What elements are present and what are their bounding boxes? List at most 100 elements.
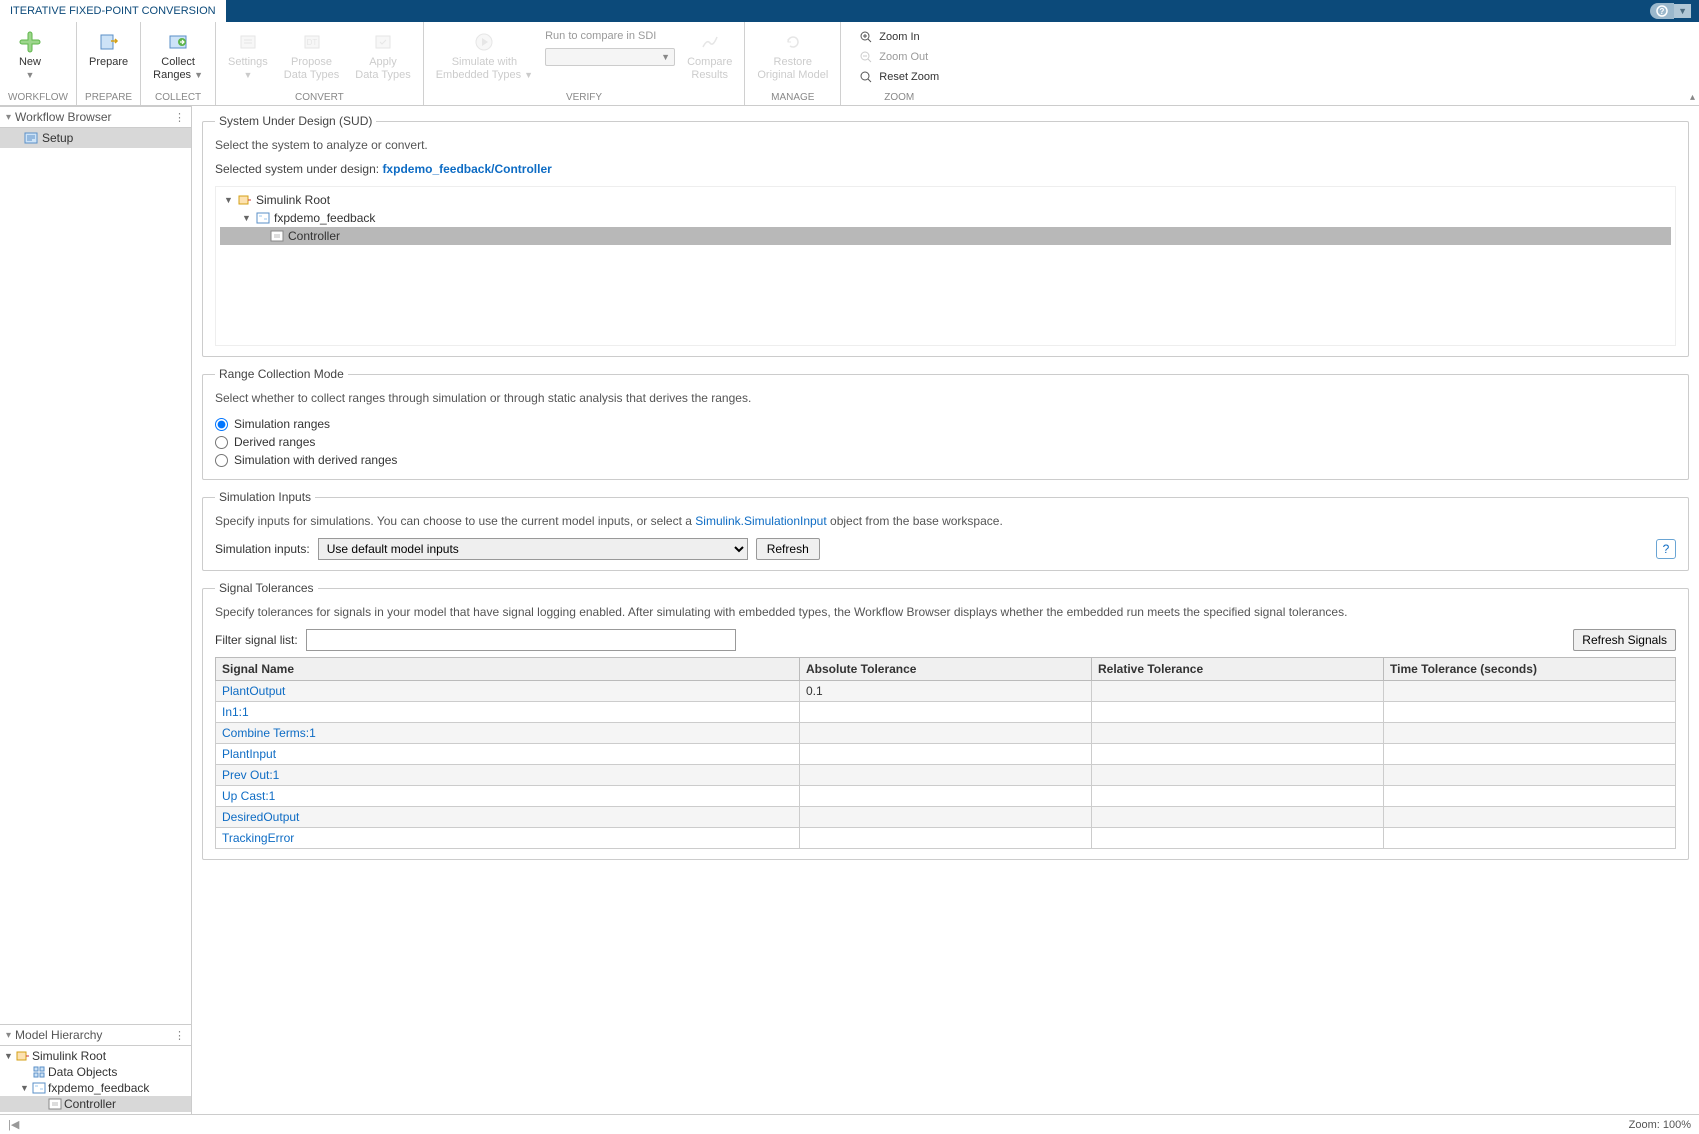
panel-menu-icon[interactable]: ⋮ — [174, 1029, 185, 1042]
time-tol-cell[interactable] — [1384, 702, 1676, 723]
abs-tol-cell[interactable] — [800, 723, 1092, 744]
zoom-in-button[interactable]: Zoom In — [859, 28, 939, 46]
first-page-icon[interactable]: |◀ — [8, 1118, 19, 1131]
time-tol-cell[interactable] — [1384, 786, 1676, 807]
tree-data-objects[interactable]: Data Objects — [0, 1064, 191, 1080]
sud-tree-controller[interactable]: Controller — [220, 227, 1671, 245]
collapse-icon: ▾ — [6, 1030, 11, 1041]
range-radio-3[interactable] — [215, 454, 228, 467]
range-option-derived[interactable]: Derived ranges — [215, 433, 1676, 451]
tree-model[interactable]: ▼ fxpdemo_feedback — [0, 1080, 191, 1096]
time-tol-cell[interactable] — [1384, 765, 1676, 786]
help-info-button[interactable]: ? — [1656, 539, 1676, 559]
zoom-out-button[interactable]: Zoom Out — [859, 48, 939, 66]
panel-menu-icon[interactable]: ⋮ — [174, 111, 185, 124]
time-tol-cell[interactable] — [1384, 828, 1676, 849]
table-row[interactable]: Up Cast:1 — [216, 786, 1676, 807]
refresh-signals-button[interactable]: Refresh Signals — [1573, 629, 1676, 651]
workflow-setup-item[interactable]: Setup — [0, 128, 191, 148]
signal-link[interactable]: Prev Out:1 — [222, 768, 279, 782]
sim-inputs-label: Simulation inputs: — [215, 542, 310, 556]
ribbon-collapse-button[interactable]: ▴ — [1690, 92, 1695, 103]
model-hierarchy-header[interactable]: ▾ Model Hierarchy ⋮ — [0, 1024, 191, 1046]
sud-tree-model[interactable]: ▼ fxpdemo_feedback — [220, 209, 1671, 227]
prepare-button[interactable]: Prepare — [85, 28, 132, 71]
sim-inputs-legend: Simulation Inputs — [215, 490, 315, 504]
tree-root[interactable]: ▼ Simulink Root — [0, 1048, 191, 1064]
filter-signal-input[interactable] — [306, 629, 736, 651]
titlebar-tab[interactable]: ITERATIVE FIXED-POINT CONVERSION — [0, 0, 226, 22]
run-compare-select[interactable]: ▼ — [545, 48, 675, 66]
reset-zoom-button[interactable]: Reset Zoom — [859, 68, 939, 86]
time-tol-cell[interactable] — [1384, 807, 1676, 828]
settings-button: Settings▼ — [224, 28, 272, 84]
range-radio-1[interactable] — [215, 418, 228, 431]
table-row[interactable]: PlantInput — [216, 744, 1676, 765]
ribbon: New▼ WORKFLOW Prepare PREPARE CollectRan… — [0, 22, 1699, 106]
signal-link[interactable]: Up Cast:1 — [222, 789, 275, 803]
col-abs-tol[interactable]: Absolute Tolerance — [800, 658, 1092, 681]
abs-tol-cell[interactable] — [800, 744, 1092, 765]
table-row[interactable]: DesiredOutput — [216, 807, 1676, 828]
run-compare-label: Run to compare in SDI — [545, 30, 675, 42]
workflow-browser-header[interactable]: ▾ Workflow Browser ⋮ — [0, 106, 191, 128]
zoom-out-icon — [859, 50, 873, 64]
refresh-button[interactable]: Refresh — [756, 538, 820, 560]
rel-tol-cell[interactable] — [1092, 702, 1384, 723]
chevron-down-icon: ▼ — [661, 52, 670, 62]
help-dropdown[interactable]: ▼ — [1674, 4, 1691, 18]
time-tol-cell[interactable] — [1384, 744, 1676, 765]
range-radio-2[interactable] — [215, 436, 228, 449]
rel-tol-cell[interactable] — [1092, 786, 1384, 807]
tree-controller[interactable]: Controller — [0, 1096, 191, 1112]
signal-link[interactable]: DesiredOutput — [222, 810, 299, 824]
signal-table: Signal Name Absolute Tolerance Relative … — [215, 657, 1676, 849]
abs-tol-cell[interactable] — [800, 702, 1092, 723]
sud-fieldset: System Under Design (SUD) Select the sys… — [202, 114, 1689, 357]
play-icon — [472, 30, 496, 54]
sud-value-link[interactable]: fxpdemo_feedback/Controller — [382, 162, 551, 176]
sud-legend: System Under Design (SUD) — [215, 114, 376, 128]
range-option-sim-derived[interactable]: Simulation with derived ranges — [215, 451, 1676, 469]
abs-tol-cell[interactable] — [800, 765, 1092, 786]
apply-button: ApplyData Types — [351, 28, 414, 84]
table-row[interactable]: PlantOutput 0.1 — [216, 681, 1676, 702]
rel-tol-cell[interactable] — [1092, 744, 1384, 765]
left-panel: ▾ Workflow Browser ⋮ Setup ▾ Model Hiera… — [0, 106, 192, 1114]
new-icon — [18, 30, 42, 54]
sim-inputs-select[interactable]: Use default model inputs — [318, 538, 748, 560]
signal-link[interactable]: PlantOutput — [222, 684, 285, 698]
abs-tol-cell[interactable]: 0.1 — [800, 681, 1092, 702]
signal-link[interactable]: Combine Terms:1 — [222, 726, 316, 740]
abs-tol-cell[interactable] — [800, 828, 1092, 849]
table-row[interactable]: In1:1 — [216, 702, 1676, 723]
table-row[interactable]: TrackingError — [216, 828, 1676, 849]
table-row[interactable]: Prev Out:1 — [216, 765, 1676, 786]
collect-ranges-button[interactable]: CollectRanges ▼ — [149, 28, 207, 84]
time-tol-cell[interactable] — [1384, 723, 1676, 744]
rel-tol-cell[interactable] — [1092, 807, 1384, 828]
rel-tol-cell[interactable] — [1092, 765, 1384, 786]
new-button[interactable]: New▼ — [8, 28, 52, 84]
abs-tol-cell[interactable] — [800, 807, 1092, 828]
signal-link[interactable]: TrackingError — [222, 831, 294, 845]
abs-tol-cell[interactable] — [800, 786, 1092, 807]
col-rel-tol[interactable]: Relative Tolerance — [1092, 658, 1384, 681]
filter-label: Filter signal list: — [215, 633, 298, 647]
signal-link[interactable]: In1:1 — [222, 705, 249, 719]
svg-text:DT: DT — [306, 38, 317, 47]
time-tol-cell[interactable] — [1384, 681, 1676, 702]
range-option-simulation[interactable]: Simulation ranges — [215, 415, 1676, 433]
col-time-tol[interactable]: Time Tolerance (seconds) — [1384, 658, 1676, 681]
sud-tree-root[interactable]: ▼ Simulink Root — [220, 191, 1671, 209]
simulation-input-link[interactable]: Simulink.SimulationInput — [695, 514, 826, 528]
rel-tol-cell[interactable] — [1092, 828, 1384, 849]
rel-tol-cell[interactable] — [1092, 723, 1384, 744]
signal-link[interactable]: PlantInput — [222, 747, 276, 761]
table-row[interactable]: Combine Terms:1 — [216, 723, 1676, 744]
rel-tol-cell[interactable] — [1092, 681, 1384, 702]
verify-group-label: VERIFY — [432, 90, 737, 105]
col-signal-name[interactable]: Signal Name — [216, 658, 800, 681]
subsystem-icon — [48, 1097, 62, 1111]
help-button[interactable]: ? — [1650, 3, 1674, 19]
